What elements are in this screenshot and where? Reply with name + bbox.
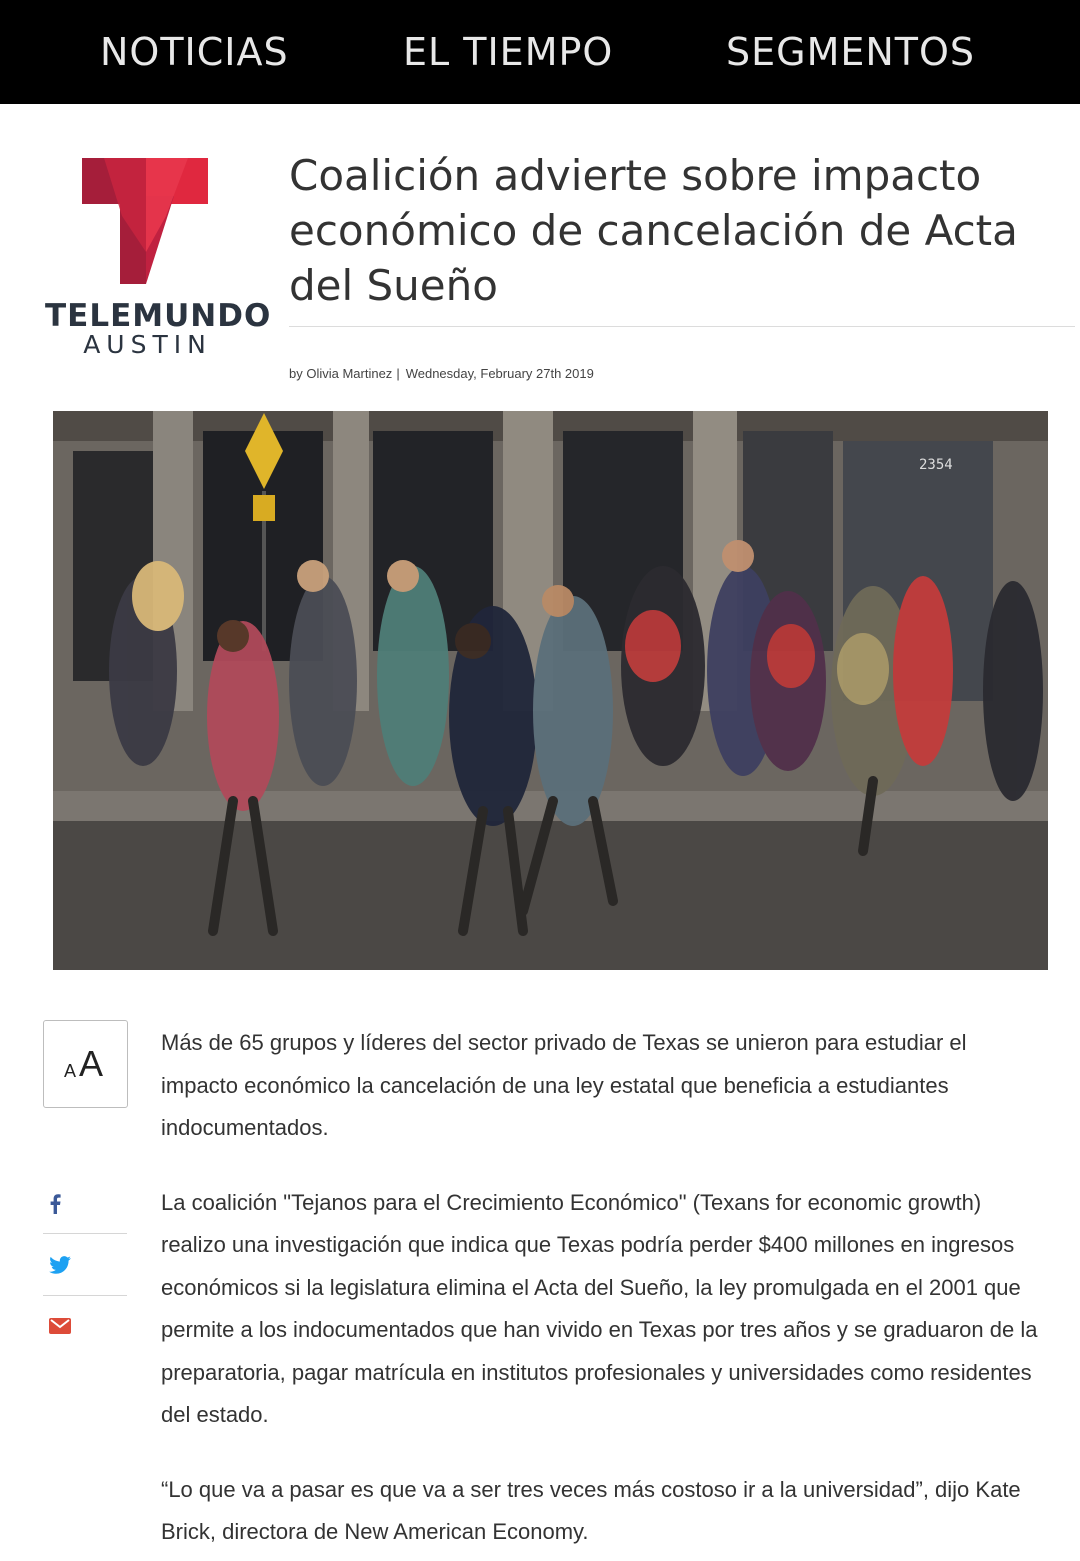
article-paragraph: “Lo que va a pasar es que va a ser tres … [161,1476,1021,1545]
nav-item-el-tiempo[interactable]: EL TIEMPO [403,30,613,74]
logo-wordmark: TELEMUNDO [45,298,272,334]
byline: by Olivia Martinez | Wednesday, February 2… [289,366,594,381]
title-divider [289,326,1075,327]
facebook-icon [50,1194,61,1214]
byline-separator: | [396,366,400,381]
email-icon [49,1318,71,1334]
building-number: 2354 [919,457,953,473]
font-size-small-label: A [64,1061,77,1081]
station-logo[interactable]: TELEMUNDO AUSTIN [40,152,272,362]
article-paragraph: Más de 65 grupos y líderes del sector pr… [161,1030,967,1140]
top-nav: NOTICIAS EL TIEMPO SEGMENTOS [0,0,1080,104]
article-body: Más de 65 grupos y líderes del sector pr… [161,1022,1041,1561]
logo-city: AUSTIN [83,330,212,359]
telemundo-t-icon [82,158,208,284]
twitter-icon [49,1256,71,1274]
article-paragraph: La coalición "Tejanos para el Crecimient… [161,1189,1038,1428]
share-twitter-button[interactable] [43,1234,127,1296]
font-size-big-label: A [79,1043,104,1084]
hero-image: 2354 [53,411,1048,970]
font-size-button[interactable]: A A [43,1020,128,1108]
share-email-button[interactable] [43,1296,127,1358]
nav-item-segmentos[interactable]: SEGMENTOS [726,30,975,74]
byline-date: Wednesday, February 27th 2019 [405,366,594,381]
byline-author: by Olivia Martinez [289,366,393,381]
share-facebook-button[interactable] [43,1172,127,1234]
nav-item-noticias[interactable]: NOTICIAS [100,30,289,74]
article-title: Coalición advierte sobre impacto económi… [289,151,1018,310]
